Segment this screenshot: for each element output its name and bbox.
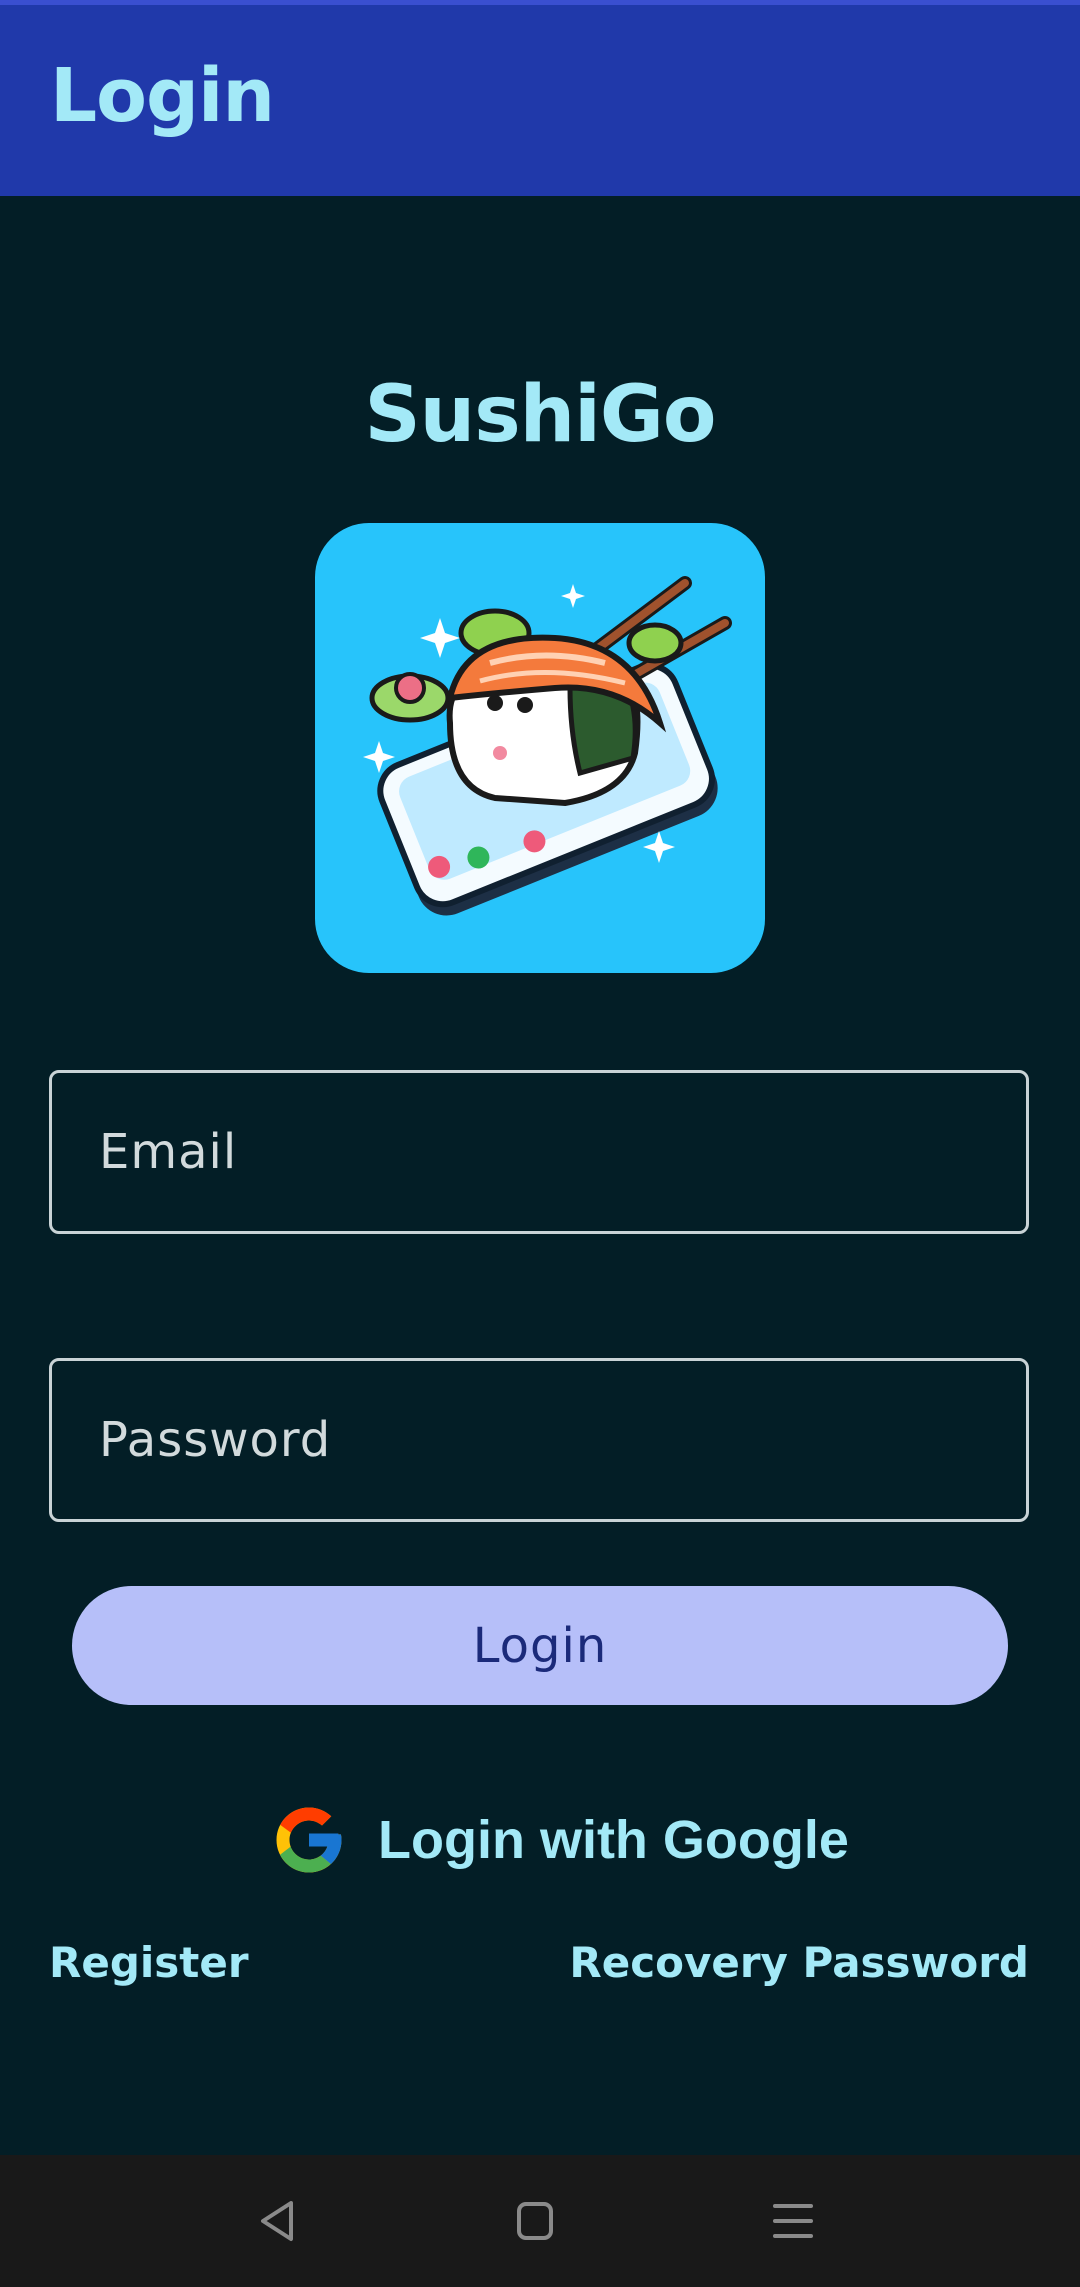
recovery-password-link[interactable]: Recovery Password [569, 1938, 1029, 1987]
register-link[interactable]: Register [49, 1938, 249, 1987]
google-login-button[interactable]: Login with Google [270, 1800, 849, 1880]
sushi-logo-icon [363, 576, 732, 916]
password-input[interactable] [52, 1361, 1026, 1519]
login-button[interactable]: Login [72, 1586, 1008, 1705]
password-field[interactable] [49, 1358, 1029, 1522]
back-triangle-icon[interactable] [241, 2185, 313, 2257]
page-title: Login [50, 53, 275, 139]
app-name-title: SushiGo [364, 370, 716, 460]
email-field[interactable] [49, 1070, 1029, 1234]
google-login-label: Login with Google [378, 1810, 849, 1870]
app-bar: Login [0, 5, 1080, 196]
home-square-icon[interactable] [499, 2185, 571, 2257]
recents-menu-icon[interactable] [757, 2185, 829, 2257]
email-input[interactable] [52, 1073, 1026, 1231]
system-navigation-bar [0, 2155, 1080, 2287]
app-logo [315, 523, 765, 973]
google-icon [270, 1801, 348, 1879]
